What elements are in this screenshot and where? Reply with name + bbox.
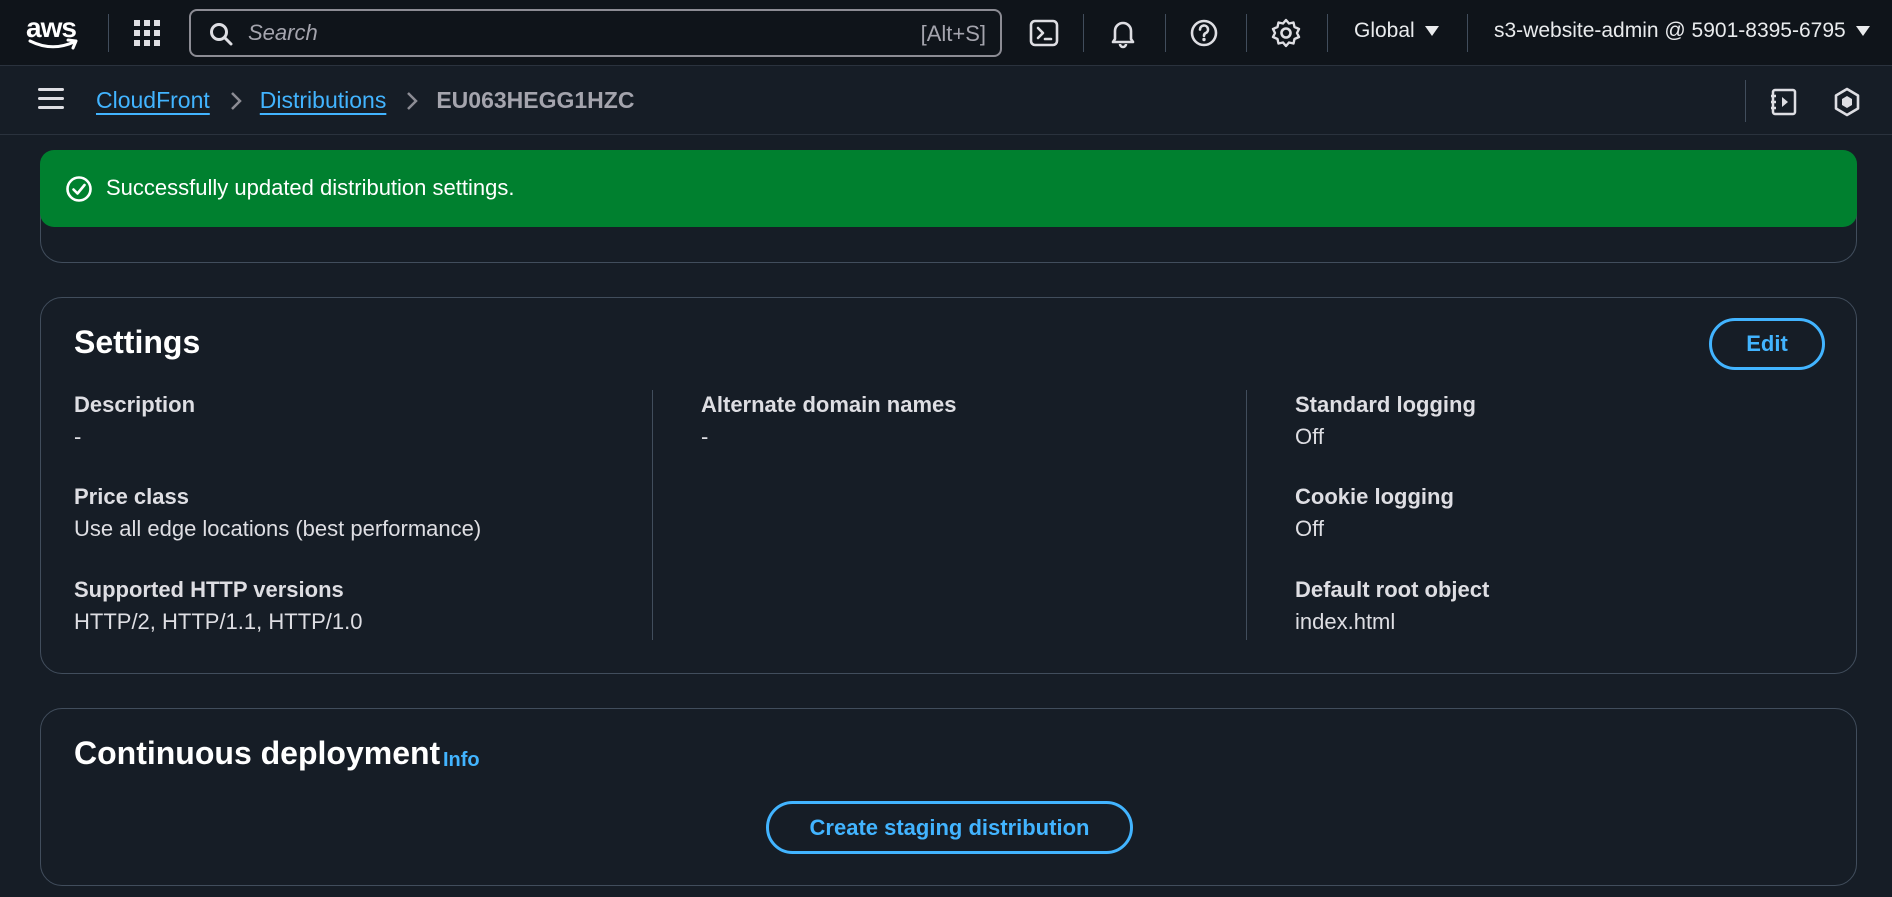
divider — [1083, 14, 1084, 52]
field-value: index.html — [1295, 609, 1396, 634]
account-label: s3-website-admin @ 5901-8395-6795 — [1494, 19, 1846, 42]
flash-message: Successfully updated distribution settin… — [106, 175, 515, 200]
divider — [1467, 14, 1468, 52]
breadcrumb-distributions[interactable]: Distributions — [260, 87, 387, 114]
alternate-domains-field: Alternate domain names - — [701, 391, 957, 451]
gear-icon[interactable] — [1270, 17, 1302, 49]
default-root-object-field: Default root object index.html — [1295, 576, 1489, 636]
field-value: Use all edge locations (best performance… — [74, 516, 482, 541]
field-label: Description — [74, 392, 196, 417]
cookie-logging-field: Cookie logging Off — [1295, 483, 1454, 543]
cloudshell-icon[interactable] — [1028, 17, 1060, 49]
top-navigation: aws [Alt+S] — [0, 0, 1892, 66]
field-label: Alternate domain names — [701, 392, 957, 417]
success-flashbar: Successfully updated distribution settin… — [40, 150, 1857, 227]
search-input[interactable] — [248, 19, 868, 47]
http-versions-field: Supported HTTP versions HTTP/2, HTTP/1.1… — [74, 576, 363, 636]
divider — [1327, 14, 1328, 52]
divider — [1745, 80, 1746, 122]
continuous-deployment-container: Continuous deployment Info Create stagin… — [40, 708, 1857, 886]
field-value: - — [74, 424, 82, 449]
standard-logging-field: Standard logging Off — [1295, 391, 1476, 451]
chevron-right-icon — [230, 91, 242, 110]
field-value: Off — [1295, 516, 1324, 541]
continuous-deployment-title: Continuous deployment — [74, 735, 441, 771]
settings-title: Settings — [74, 324, 201, 360]
search-box[interactable]: [Alt+S] — [189, 9, 1002, 57]
field-label: Supported HTTP versions — [74, 577, 344, 602]
breadcrumb-bar: CloudFront Distributions EU063HEGG1HZC — [0, 67, 1892, 135]
breadcrumb-cloudfront[interactable]: CloudFront — [96, 87, 210, 114]
field-value: - — [701, 424, 709, 449]
check-circle-icon — [66, 176, 92, 202]
price-class-field: Price class Use all edge locations (best… — [74, 483, 481, 543]
field-label: Cookie logging — [1295, 484, 1454, 509]
column-divider — [1246, 390, 1247, 640]
search-shortcut-hint: [Alt+S] — [920, 21, 986, 46]
search-icon — [210, 23, 233, 46]
help-icon[interactable] — [1188, 17, 1220, 49]
create-staging-distribution-button[interactable]: Create staging distribution — [766, 801, 1133, 854]
field-label: Default root object — [1295, 577, 1490, 602]
column-divider — [652, 390, 653, 640]
notes-icon[interactable] — [1769, 87, 1799, 117]
chevron-right-icon — [407, 91, 419, 110]
region-label: Global — [1354, 19, 1415, 42]
divider — [108, 14, 109, 52]
region-selector[interactable]: Global — [1354, 19, 1439, 43]
bell-icon[interactable] — [1107, 17, 1139, 49]
aws-smile-icon — [28, 38, 78, 50]
field-value: HTTP/2, HTTP/1.1, HTTP/1.0 — [74, 609, 363, 634]
breadcrumb-current: EU063HEGG1HZC — [436, 87, 635, 113]
menu-icon[interactable] — [38, 88, 64, 112]
caret-down-icon — [1855, 26, 1870, 36]
divider — [1246, 14, 1247, 52]
field-value: Off — [1295, 424, 1324, 449]
account-menu[interactable]: s3-website-admin @ 5901-8395-6795 — [1494, 19, 1870, 43]
grid-icon[interactable] — [133, 19, 161, 47]
info-link[interactable]: Info — [443, 749, 480, 772]
field-label: Price class — [74, 484, 189, 509]
field-label: Standard logging — [1295, 392, 1476, 417]
description-field: Description - — [74, 391, 195, 451]
divider — [1165, 14, 1166, 52]
aws-logo[interactable]: aws — [26, 12, 82, 52]
caret-down-icon — [1424, 26, 1439, 36]
settings-container: Settings Edit Description - Price class … — [40, 297, 1857, 674]
settings-hex-icon[interactable] — [1832, 87, 1862, 117]
edit-button[interactable]: Edit — [1709, 318, 1825, 370]
breadcrumb: CloudFront Distributions EU063HEGG1HZC — [96, 87, 634, 114]
